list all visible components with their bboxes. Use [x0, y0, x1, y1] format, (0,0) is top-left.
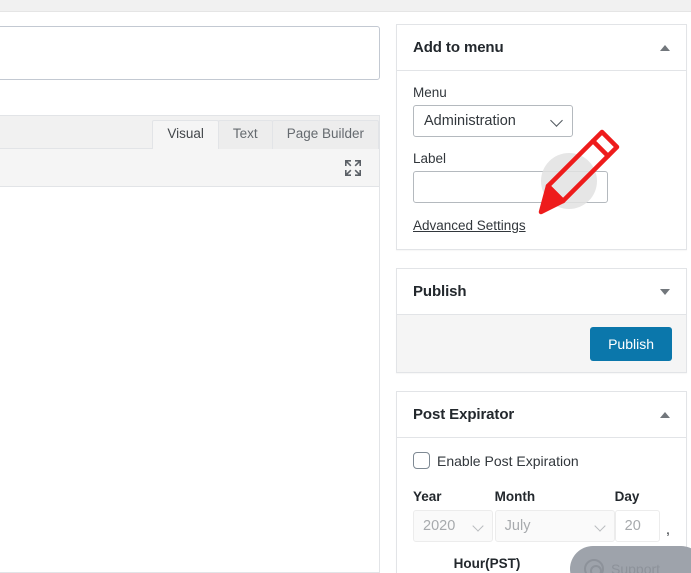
support-icon — [584, 559, 604, 573]
menu-select-value: Administration — [424, 113, 516, 129]
tab-text[interactable]: Text — [217, 120, 273, 149]
month-field: Month July — [494, 489, 615, 542]
post-title-input[interactable] — [0, 26, 380, 80]
day-label: Day — [614, 489, 640, 504]
publish-header[interactable]: Publish — [397, 269, 686, 315]
add-to-menu-body: Menu Administration Label Advanced Setti… — [397, 71, 686, 249]
content-editor: Visual Text Page Builder — [0, 115, 380, 573]
top-strip — [0, 0, 691, 12]
editor-content-area[interactable] — [0, 187, 379, 572]
publish-body: Publish — [397, 315, 686, 372]
screen-root: Visual Text Page Builder Add to menu Men… — [0, 0, 691, 573]
label-field-label: Label — [413, 151, 447, 166]
post-expirator-header[interactable]: Post Expirator — [397, 392, 686, 438]
publish-button[interactable]: Publish — [590, 326, 672, 361]
chevron-up-icon[interactable] — [660, 411, 670, 418]
label-input[interactable] — [413, 171, 608, 203]
post-editor-column: Visual Text Page Builder — [0, 12, 380, 573]
chevron-up-icon[interactable] — [660, 44, 670, 51]
add-to-menu-header[interactable]: Add to menu — [397, 25, 686, 71]
enable-post-expiration-label: Enable Post Expiration — [437, 452, 579, 469]
advanced-settings-link[interactable]: Advanced Settings — [413, 218, 526, 233]
panel-add-to-menu: Add to menu Menu Administration Label Ad… — [396, 24, 687, 250]
year-label: Year — [413, 489, 442, 504]
date-separator: , — [665, 521, 670, 538]
menu-select[interactable]: Administration — [413, 105, 573, 137]
month-select[interactable]: July — [494, 510, 615, 542]
hour-label: Hour(PST) — [453, 556, 521, 571]
support-widget-label: Support — [611, 561, 661, 573]
hour-field: Hour(PST) 06 — [454, 556, 582, 573]
year-field: Year 2020 — [413, 489, 495, 542]
sidebar: Add to menu Menu Administration Label Ad… — [396, 24, 687, 573]
year-value: 2020 — [423, 518, 456, 534]
tab-visual[interactable]: Visual — [152, 120, 219, 149]
chevron-down-icon[interactable] — [660, 288, 670, 295]
day-field: Day — [614, 489, 661, 542]
tab-page-builder[interactable]: Page Builder — [271, 120, 379, 149]
enable-post-expiration-checkbox[interactable] — [413, 452, 430, 469]
editor-tab-bar: Visual Text Page Builder — [0, 116, 379, 149]
menu-field-label: Menu — [413, 85, 447, 100]
month-value: July — [504, 518, 531, 534]
editor-tabs: Visual Text Page Builder — [152, 120, 379, 149]
editor-toolbar — [0, 149, 379, 187]
day-input[interactable] — [614, 510, 660, 542]
support-chat-widget[interactable]: Support — [570, 546, 691, 573]
chevron-down-icon — [594, 520, 606, 532]
chevron-down-icon — [472, 520, 484, 532]
fullscreen-icon[interactable] — [344, 159, 362, 177]
year-select[interactable]: 2020 — [413, 510, 493, 542]
publish-title: Publish — [413, 283, 467, 300]
chevron-down-icon — [550, 114, 563, 127]
expiration-date-row: Year 2020 Month July Day 20 , — [413, 489, 670, 542]
panel-publish: Publish Publish — [396, 268, 687, 373]
month-label: Month — [494, 489, 536, 504]
post-expirator-title: Post Expirator — [413, 406, 515, 423]
add-to-menu-title: Add to menu — [413, 39, 504, 56]
enable-expiration-row: Enable Post Expiration — [413, 452, 670, 469]
